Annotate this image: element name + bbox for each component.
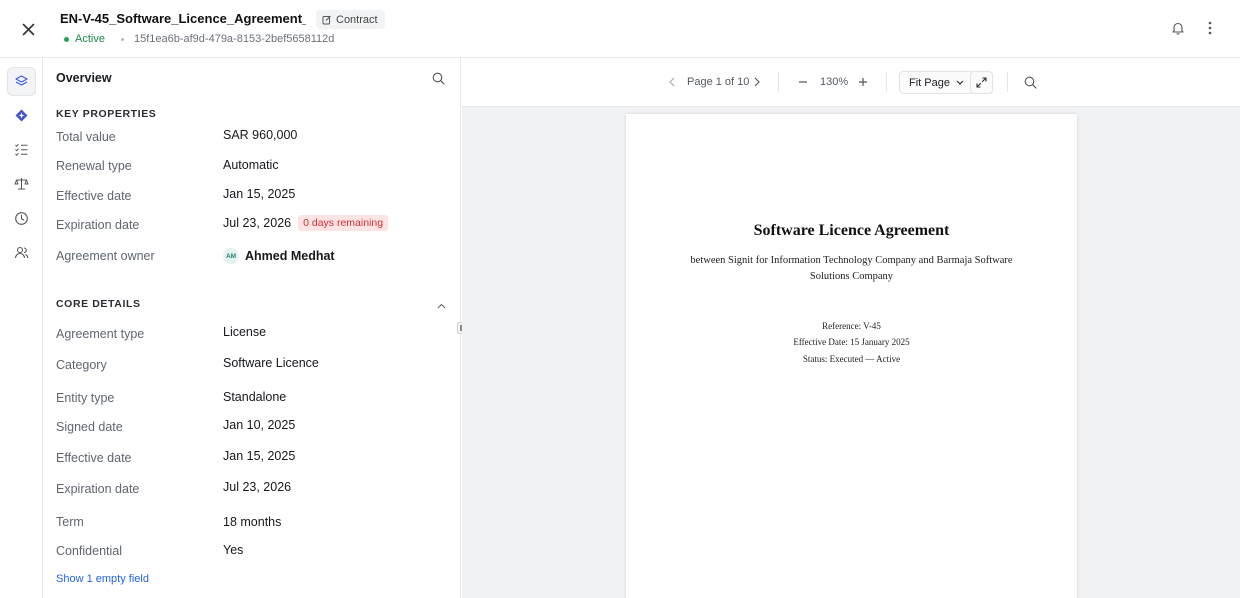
document-page: Software Licence Agreement between Signi… — [626, 114, 1077, 598]
document-heading: Software Licence Agreement — [753, 222, 950, 239]
entity-type-label: Entity type — [56, 391, 115, 405]
clock-icon — [15, 212, 28, 225]
collapse-core-details-button[interactable] — [435, 300, 447, 312]
signed-date-value[interactable]: Jan 10, 2025 — [223, 418, 295, 432]
expiration-date-field[interactable]: Jul 23, 2026 0 days remaining — [223, 215, 389, 231]
fit-page-label: Fit Page — [909, 76, 950, 89]
fit-page-dropdown[interactable]: Fit Page — [899, 71, 974, 94]
page-indicator: Page 1 of 10 — [687, 76, 750, 88]
core-details-heading: CORE DETAILS — [56, 298, 141, 310]
expiration-date-label: Expiration date — [56, 218, 140, 232]
total-value-label: Total value — [56, 130, 116, 144]
status-row: Active 15f1ea6b-af9d-479a-8153-2bef56581… — [64, 33, 334, 45]
term-label: Term — [56, 515, 84, 529]
viewer-toolbar: Page 1 of 10 130% Fit Page — [462, 58, 1240, 107]
document-reference: Reference: V-45 — [822, 321, 881, 331]
core-effective-date-label: Effective date — [56, 451, 132, 465]
document-title: EN-V-45_Software_Licence_Agreement_Signe… — [60, 11, 306, 26]
renewal-type-label: Renewal type — [56, 159, 132, 173]
zoom-level: 130% — [820, 76, 849, 88]
checklist-icon — [15, 143, 28, 156]
days-remaining-badge: 0 days remaining — [298, 215, 389, 231]
search-icon — [1024, 76, 1037, 89]
category-label: Category — [56, 358, 107, 372]
rail-collaborators-button[interactable] — [7, 238, 36, 267]
core-expiration-date-value[interactable]: Jul 23, 2026 — [223, 480, 291, 494]
notifications-button[interactable] — [1168, 18, 1188, 38]
layers-icon — [15, 75, 28, 86]
rail-ai-button[interactable] — [7, 101, 36, 130]
confidential-label: Confidential — [56, 544, 123, 558]
agreement-owner-label: Agreement owner — [56, 249, 155, 263]
agreement-owner-field[interactable]: AM Ahmed Medhat — [223, 248, 335, 264]
left-rail — [0, 58, 43, 598]
toolbar-divider — [778, 72, 779, 92]
previous-page-button[interactable] — [663, 73, 681, 91]
avatar: AM — [223, 248, 239, 264]
chevron-up-icon — [437, 303, 445, 309]
next-page-button[interactable] — [748, 73, 766, 91]
chevron-right-icon — [754, 77, 760, 87]
agreement-type-value[interactable]: License — [223, 325, 266, 339]
search-icon — [432, 72, 445, 85]
document-status: Status: Executed — Active — [802, 354, 901, 364]
scale-icon — [14, 178, 29, 190]
chevron-left-icon — [669, 77, 675, 87]
rail-overview-button[interactable] — [7, 67, 36, 96]
more-vertical-icon — [1208, 21, 1212, 35]
zoom-out-button[interactable] — [794, 73, 812, 91]
zoom-out-icon — [799, 81, 807, 83]
diamond-icon — [15, 109, 28, 122]
zoom-in-icon — [859, 78, 867, 86]
signed-date-label: Signed date — [56, 420, 123, 434]
close-icon — [22, 23, 34, 35]
rail-obligations-button[interactable] — [7, 169, 36, 198]
effective-date-label: Effective date — [56, 189, 132, 203]
status-badge: Active — [75, 33, 105, 45]
expand-icon — [976, 77, 987, 88]
toolbar-divider — [886, 72, 887, 92]
fullscreen-button[interactable] — [970, 71, 993, 94]
panel-search-button[interactable] — [430, 70, 446, 86]
separator-dot — [120, 37, 124, 41]
document-effective-date: Effective Date: 15 January 2025 — [793, 337, 910, 347]
rail-tasks-button[interactable] — [7, 135, 36, 164]
bell-icon — [1172, 22, 1184, 35]
confidential-value[interactable]: Yes — [223, 543, 243, 557]
rail-history-button[interactable] — [7, 204, 36, 233]
document-id: 15f1ea6b-af9d-479a-8153-2bef5658112d — [133, 33, 335, 45]
document-parties: between Signit for Information Technolog… — [690, 255, 1013, 282]
contract-icon — [322, 15, 331, 24]
zoom-in-button[interactable] — [854, 73, 872, 91]
status-dot — [64, 36, 69, 42]
close-button[interactable] — [16, 17, 40, 41]
expiration-date-value: Jul 23, 2026 — [223, 216, 292, 230]
core-expiration-date-label: Expiration date — [56, 482, 140, 496]
category-value[interactable]: Software Licence — [223, 356, 319, 370]
key-properties-heading: KEY PROPERTIES — [56, 108, 157, 120]
agreement-owner-name: Ahmed Medhat — [245, 249, 335, 263]
core-effective-date-value[interactable]: Jan 15, 2025 — [223, 449, 295, 463]
contract-chip-label: Contract — [336, 13, 378, 26]
chevron-down-icon — [956, 80, 964, 85]
properties-panel: Overview KEY PROPERTIES Total value SAR … — [43, 58, 461, 598]
term-value[interactable]: 18 months — [223, 515, 281, 529]
viewer-search-button[interactable] — [1021, 73, 1039, 91]
document-viewer: Page 1 of 10 130% Fit Page Software Lice… — [462, 58, 1240, 598]
agreement-type-label: Agreement type — [56, 327, 145, 341]
panel-title: Overview — [56, 71, 112, 85]
renewal-type-value[interactable]: Automatic — [223, 158, 279, 172]
contract-type-chip: Contract — [316, 10, 385, 29]
total-value[interactable]: SAR 960,000 — [223, 128, 297, 142]
more-options-button[interactable] — [1200, 18, 1220, 38]
effective-date-value[interactable]: Jan 15, 2025 — [223, 187, 295, 201]
app-header: EN-V-45_Software_Licence_Agreement_Signe… — [0, 0, 1240, 58]
users-icon — [14, 246, 29, 259]
show-empty-fields-link[interactable]: Show 1 empty field — [56, 573, 149, 585]
toolbar-divider — [1007, 72, 1008, 92]
entity-type-value[interactable]: Standalone — [223, 390, 286, 404]
